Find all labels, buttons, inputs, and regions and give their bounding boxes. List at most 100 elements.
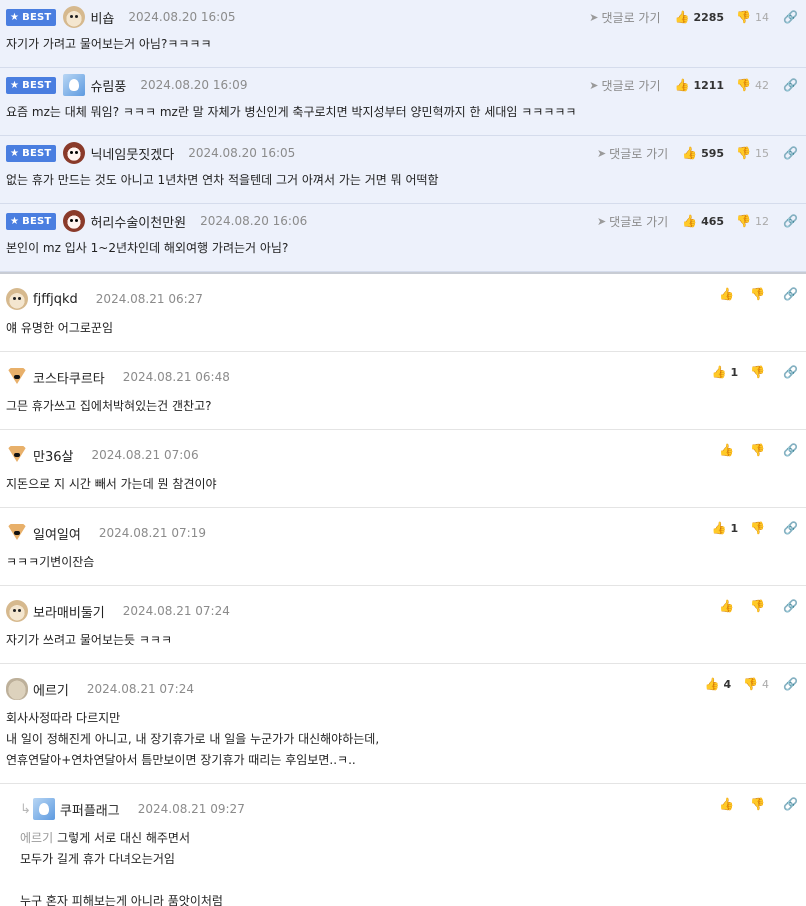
- link-icon[interactable]: 🔗: [783, 287, 798, 301]
- downvote-button[interactable]: 👎: [750, 443, 769, 457]
- link-icon[interactable]: 🔗: [783, 599, 798, 613]
- thumbs-up-icon: 👍: [674, 10, 690, 24]
- reply-arrow-icon: ↳: [20, 801, 31, 817]
- comment-text: 자기가 쓰려고 물어보는듯 ㅋㅋㅋ: [6, 633, 173, 647]
- comment-text: 본인이 mz 입사 1~2년차인데 해외여행 가려는거 아님?: [6, 241, 289, 255]
- fox-avatar[interactable]: [6, 444, 28, 466]
- thumbs-down-icon: 👎: [736, 214, 752, 228]
- blue-avatar[interactable]: [32, 798, 55, 820]
- comment: fjffjqkd 2024.08.21 06:27 👍 👎 🔗 얘 유명한 어그…: [0, 274, 806, 352]
- nickname[interactable]: 허리수술이천만원: [90, 212, 186, 231]
- downvote-button[interactable]: 👎 15: [736, 146, 769, 160]
- go-to-reply-link[interactable]: ➤ 댓글로 가기: [597, 145, 668, 162]
- blue-avatar[interactable]: [63, 74, 86, 96]
- red-avatar[interactable]: [63, 142, 86, 164]
- nickname[interactable]: 닉네임뭇짓겠다: [90, 144, 174, 163]
- fox-avatar[interactable]: [6, 522, 28, 544]
- thumbs-up-icon: 👍: [719, 797, 735, 811]
- nickname[interactable]: 에르기: [33, 680, 69, 699]
- upvote-button[interactable]: 👍 1: [711, 365, 738, 379]
- mention-tag[interactable]: 에르기: [20, 831, 53, 845]
- comment-date: 2024.08.21 06:48: [122, 370, 230, 384]
- upvote-button[interactable]: 👍: [719, 443, 738, 457]
- comment: 에르기 2024.08.21 07:24 👍 4 👎 4 🔗 회사사정따라 다르지만…: [0, 664, 806, 784]
- go-to-reply-link[interactable]: ➤ 댓글로 가기: [597, 213, 668, 230]
- downvote-button[interactable]: 👎: [750, 521, 769, 535]
- beige-avatar[interactable]: [6, 678, 28, 700]
- link-icon[interactable]: 🔗: [783, 443, 798, 457]
- star-icon: ★: [10, 11, 20, 23]
- comment-list: ★ BEST 비숍 2024.08.20 16:05 ➤ 댓글로 가기 👍 2285 …: [0, 0, 806, 906]
- upvote-button[interactable]: 👍 1211: [675, 78, 725, 92]
- link-icon[interactable]: 🔗: [783, 677, 798, 691]
- thumbs-down-icon: 👎: [750, 797, 766, 811]
- nickname[interactable]: 슈림풍: [90, 76, 126, 95]
- upvote-button[interactable]: 👍 595: [682, 146, 724, 160]
- comment-text: 얘 유명한 어그로꾼임: [6, 321, 113, 335]
- link-icon[interactable]: 🔗: [783, 146, 798, 160]
- thumbs-down-icon: 👎: [750, 365, 766, 379]
- thumbs-down-icon: 👎: [750, 521, 766, 535]
- upvote-button[interactable]: 👍: [719, 797, 738, 811]
- best-comment: ★ BEST 허리수술이천만원 2024.08.20 16:06 ➤ 댓글로 가기 …: [0, 204, 806, 272]
- comment-text: 요즘 mz는 대체 뭐임? ㅋㅋㅋ mz란 말 자체가 병신인게 축구로치면 박…: [6, 105, 577, 119]
- dog-avatar[interactable]: [63, 6, 86, 28]
- fox-avatar[interactable]: [6, 366, 28, 388]
- downvote-button[interactable]: 👎: [750, 365, 769, 379]
- send-arrow-icon: ➤: [596, 146, 607, 160]
- downvote-button[interactable]: 👎 42: [736, 78, 769, 92]
- go-to-reply-link[interactable]: ➤ 댓글로 가기: [589, 77, 660, 94]
- upvote-button[interactable]: 👍: [719, 287, 738, 301]
- thumbs-up-icon: 👍: [719, 599, 735, 613]
- downvote-button[interactable]: 👎: [750, 797, 769, 811]
- downvote-button[interactable]: 👎 4: [743, 677, 769, 691]
- nickname[interactable]: 비숍: [90, 8, 114, 27]
- upvote-button[interactable]: 👍 1: [711, 521, 738, 535]
- thumbs-up-icon: 👍: [674, 78, 690, 92]
- upvote-button[interactable]: 👍: [719, 599, 738, 613]
- thumbs-up-icon: 👍: [711, 365, 727, 379]
- comment-date: 2024.08.21 06:27: [95, 292, 203, 306]
- nickname[interactable]: 일여일여: [33, 524, 81, 543]
- link-icon[interactable]: 🔗: [783, 78, 798, 92]
- link-icon[interactable]: 🔗: [783, 10, 798, 24]
- downvote-button[interactable]: 👎: [750, 287, 769, 301]
- comment-date: 2024.08.21 07:24: [86, 682, 194, 696]
- dog-avatar[interactable]: [6, 288, 28, 310]
- thumbs-down-icon: 👎: [750, 287, 766, 301]
- best-comment: ★ BEST 슈림풍 2024.08.20 16:09 ➤ 댓글로 가기 👍 1211…: [0, 68, 806, 136]
- thumbs-up-icon: 👍: [704, 677, 720, 691]
- nickname[interactable]: 만36살: [33, 446, 73, 465]
- comment-date: 2024.08.20 16:09: [140, 78, 248, 92]
- link-icon[interactable]: 🔗: [783, 214, 798, 228]
- reply-comment: ↳ 쿠퍼플래그 2024.08.21 09:27 👍 👎 🔗 에르기 그렇게 서로…: [0, 784, 806, 906]
- downvote-button[interactable]: 👎 12: [736, 214, 769, 228]
- thumbs-up-icon: 👍: [719, 287, 735, 301]
- best-comment: ★ BEST 닉네임뭇짓겠다 2024.08.20 16:05 ➤ 댓글로 가기 👍…: [0, 136, 806, 204]
- nickname[interactable]: 코스타쿠르타: [33, 368, 105, 387]
- downvote-button[interactable]: 👎 14: [736, 10, 769, 24]
- nickname[interactable]: fjffjqkd: [33, 292, 78, 307]
- downvote-button[interactable]: 👎: [750, 599, 769, 613]
- nickname[interactable]: 쿠퍼플래그: [60, 800, 120, 819]
- dog-avatar[interactable]: [6, 600, 28, 622]
- upvote-button[interactable]: 👍 465: [682, 214, 724, 228]
- link-icon[interactable]: 🔗: [783, 797, 798, 811]
- comment-text: 자기가 가려고 물어보는거 아님?ㅋㅋㅋㅋ: [6, 37, 212, 51]
- comment-text: 에르기 그렇게 서로 대신 해주면서 모두가 길게 휴가 다녀오는거임 누구 혼자…: [20, 831, 223, 906]
- upvote-button[interactable]: 👍 4: [704, 677, 731, 691]
- link-icon[interactable]: 🔗: [783, 365, 798, 379]
- best-badge: ★ BEST: [6, 212, 57, 230]
- star-icon: ★: [10, 79, 20, 91]
- comment-date: 2024.08.21 07:06: [91, 448, 199, 462]
- nickname[interactable]: 보라매비둘기: [33, 602, 105, 621]
- upvote-button[interactable]: 👍 2285: [675, 10, 725, 24]
- comment-text: 없는 휴가 만드는 것도 아니고 1년차면 연차 적을텐데 그거 아껴서 가는 …: [6, 173, 439, 187]
- best-comment: ★ BEST 비숍 2024.08.20 16:05 ➤ 댓글로 가기 👍 2285 …: [0, 0, 806, 68]
- star-icon: ★: [10, 147, 20, 159]
- thumbs-up-icon: 👍: [682, 146, 698, 160]
- link-icon[interactable]: 🔗: [783, 521, 798, 535]
- go-to-reply-link[interactable]: ➤ 댓글로 가기: [589, 9, 660, 26]
- comment: 코스타쿠르타 2024.08.21 06:48 👍 1 👎 🔗 그믄 휴가쓰고 집…: [0, 352, 806, 430]
- red-avatar[interactable]: [63, 210, 86, 232]
